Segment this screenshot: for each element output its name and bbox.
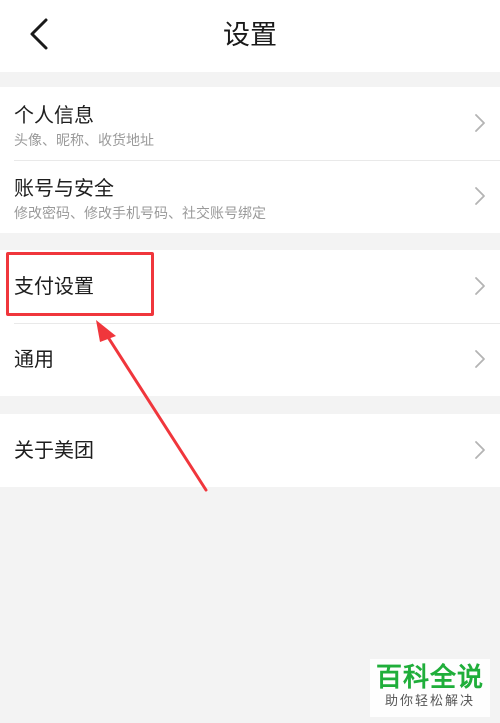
settings-item-account-security[interactable]: 账号与安全 修改密码、修改手机号码、社交账号绑定 xyxy=(0,160,500,233)
watermark-logo: 百科全说 助你轻松解决 xyxy=(370,659,490,717)
chevron-right-icon xyxy=(475,350,485,368)
page-title: 设置 xyxy=(223,20,277,51)
settings-group-about: 关于美团 xyxy=(0,414,500,487)
back-button[interactable] xyxy=(22,16,62,56)
row-title: 通用 xyxy=(14,347,54,371)
settings-group-general: 支付设置 通用 xyxy=(0,250,500,396)
row-subtitle: 头像、昵称、收货地址 xyxy=(14,133,154,149)
row-title: 个人信息 xyxy=(14,103,94,127)
chevron-left-icon xyxy=(30,18,48,50)
row-title: 支付设置 xyxy=(14,274,94,298)
settings-item-general[interactable]: 通用 xyxy=(0,323,500,396)
watermark-main-text: 百科全说 xyxy=(375,663,484,693)
chevron-right-icon xyxy=(475,277,485,295)
row-title: 账号与安全 xyxy=(14,176,114,200)
settings-item-personal-info[interactable]: 个人信息 头像、昵称、收货地址 xyxy=(0,87,500,160)
chevron-right-icon xyxy=(475,114,485,132)
nav-bar: 设置 xyxy=(0,0,500,72)
watermark-sub-text: 助你轻松解决 xyxy=(384,694,475,709)
settings-item-about[interactable]: 关于美团 xyxy=(0,414,500,487)
chevron-right-icon xyxy=(475,187,485,205)
row-title: 关于美团 xyxy=(14,438,94,462)
settings-item-payment[interactable]: 支付设置 xyxy=(0,250,500,323)
row-subtitle: 修改密码、修改手机号码、社交账号绑定 xyxy=(14,206,266,222)
chevron-right-icon xyxy=(475,441,485,459)
settings-group-account: 个人信息 头像、昵称、收货地址 账号与安全 修改密码、修改手机号码、社交账号绑定 xyxy=(0,87,500,233)
